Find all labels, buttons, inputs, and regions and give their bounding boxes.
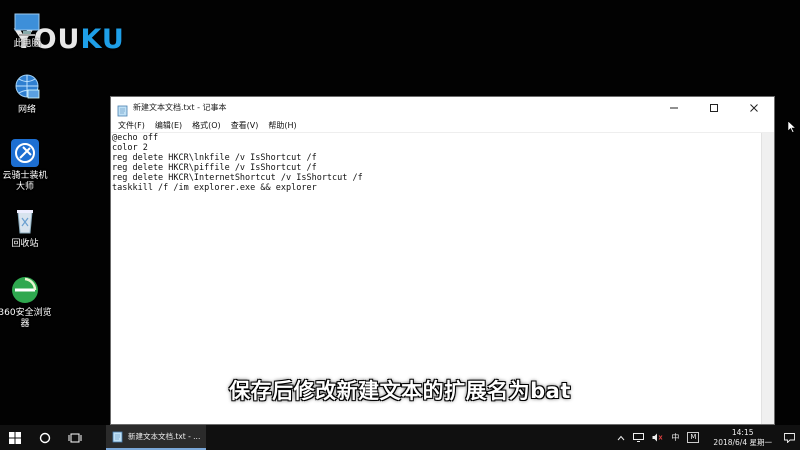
mouse-cursor-icon	[787, 118, 797, 137]
desktop-icon-label: 云骑士装机 大师	[2, 171, 48, 192]
cortana-circle-icon	[39, 432, 51, 443]
desktop-icon-yunqishi[interactable]: 云骑士装机 大师	[0, 138, 52, 193]
desktop-icon-label: 网络	[17, 105, 36, 115]
ime-mode-indicator[interactable]: M	[687, 432, 700, 443]
taskbar-app-label: 新建文本文档.txt - ...	[128, 432, 201, 441]
menu-help[interactable]: 帮助(H)	[263, 120, 301, 131]
desktop-icon-recycle-bin[interactable]: 回收站	[0, 206, 52, 250]
menu-format[interactable]: 格式(O)	[187, 120, 226, 131]
maximize-icon	[710, 103, 718, 112]
notepad-icon	[112, 431, 123, 442]
start-button[interactable]	[0, 425, 30, 450]
chevron-up-icon	[617, 435, 625, 440]
maximize-button[interactable]	[694, 97, 734, 118]
notepad-icon	[117, 102, 128, 116]
task-view-icon	[68, 433, 82, 442]
watermark-text-b: KU	[80, 24, 125, 55]
taskbar: 新建文本文档.txt - ... 中 M 14:15 2018/6/4 星期一	[0, 425, 800, 450]
clock-date: 2018/6/4 星期一	[713, 437, 772, 447]
360-browser-icon	[10, 275, 40, 305]
yunqishi-icon	[10, 138, 40, 168]
windows-logo-icon	[9, 431, 21, 444]
desktop-icon-label: 360安全浏览 器	[0, 308, 52, 329]
tray-expand-button[interactable]	[617, 435, 625, 441]
menu-edit[interactable]: 编辑(E)	[150, 120, 187, 131]
menu-file[interactable]: 文件(F)	[113, 120, 150, 131]
taskbar-clock[interactable]: 14:15 2018/6/4 星期一	[713, 428, 772, 448]
network-icon	[633, 433, 645, 442]
title-bar[interactable]: 新建文本文档.txt - 记事本	[111, 97, 774, 118]
window-title: 新建文本文档.txt - 记事本	[133, 103, 227, 112]
ime-language-indicator[interactable]: 中	[671, 432, 679, 443]
desktop-icon-network[interactable]: 网络	[0, 72, 54, 116]
task-view-button[interactable]	[60, 425, 90, 450]
computer-icon	[12, 12, 42, 42]
network-icon	[12, 72, 42, 102]
minimize-icon	[670, 107, 678, 108]
close-icon	[750, 103, 758, 112]
tray-network-button[interactable]	[633, 433, 645, 442]
recycle-bin-icon	[10, 206, 40, 236]
desktop-icon-this-pc[interactable]: 此电脑	[0, 12, 54, 50]
volume-muted-icon	[652, 433, 663, 442]
window-controls	[654, 97, 774, 118]
action-center-button[interactable]	[778, 425, 800, 450]
desktop-icon-label: 回收站	[11, 239, 39, 249]
system-tray: 中 M 14:15 2018/6/4 星期一	[613, 425, 800, 450]
minimize-button[interactable]	[654, 97, 694, 118]
menu-view[interactable]: 查看(V)	[226, 120, 264, 131]
video-subtitle: 保存后修改新建文本的扩展名为bat	[229, 379, 571, 403]
taskbar-app-notepad[interactable]: 新建文本文档.txt - ...	[106, 425, 206, 450]
cortana-button[interactable]	[30, 425, 60, 450]
menu-bar: 文件(F) 编辑(E) 格式(O) 查看(V) 帮助(H)	[111, 118, 774, 133]
tray-volume-button[interactable]	[652, 433, 663, 442]
notification-icon	[783, 432, 795, 443]
close-button[interactable]	[734, 97, 774, 118]
desktop-icon-360-browser[interactable]: 360安全浏览 器	[0, 275, 52, 330]
clock-time: 14:15	[731, 427, 754, 437]
desktop: YOUKU 此电脑 网络 云骑士装机 大师 回收站 360安全浏览 器 新建文本…	[0, 0, 800, 425]
